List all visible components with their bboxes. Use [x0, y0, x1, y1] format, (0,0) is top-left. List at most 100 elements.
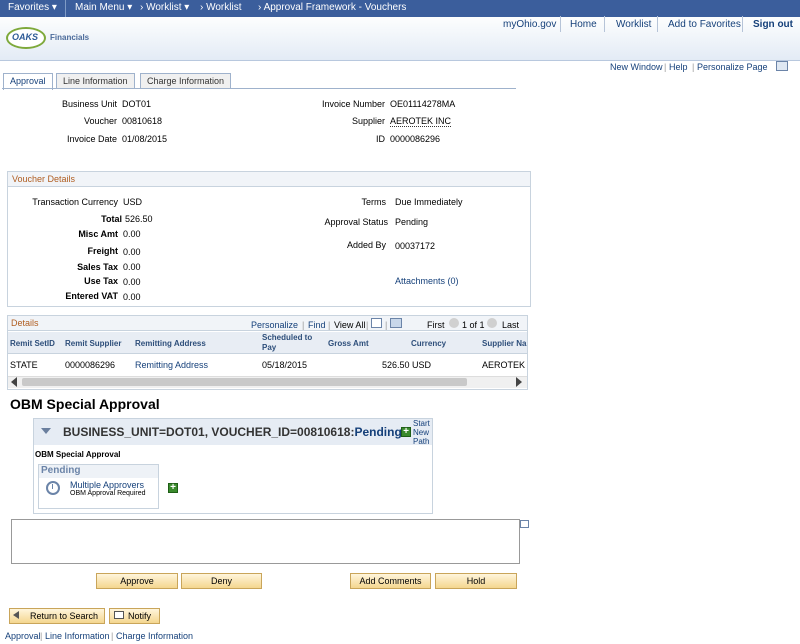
approval-path-id: BUSINESS_UNIT=DOT01, VOUCHER_ID=00810618…	[63, 425, 355, 439]
grid-divider: |	[385, 320, 388, 330]
use-tax-value: 0.00	[123, 277, 141, 287]
new-window-link[interactable]: New Window	[610, 62, 663, 72]
footer-link-approval[interactable]: Approval	[5, 631, 41, 641]
col-scheduled-to-pay[interactable]: Scheduled to Pay	[262, 333, 322, 353]
comments-textarea[interactable]	[11, 519, 520, 564]
col-supplier-name[interactable]: Supplier Name	[482, 339, 527, 348]
footer-link-line-information[interactable]: Line Information	[45, 631, 110, 641]
scroll-left-arrow-icon[interactable]	[11, 377, 17, 387]
misc-amt-value: 0.00	[123, 229, 141, 239]
cell-scheduled-to-pay: 05/18/2015	[262, 360, 308, 370]
freight-label: Freight	[87, 246, 119, 256]
clock-icon	[46, 481, 60, 495]
added-by-value: 00037172	[395, 241, 436, 251]
approval-path-status: Pending	[354, 425, 402, 439]
hold-button[interactable]: Hold	[435, 573, 517, 589]
tab-charge-information[interactable]: Charge Information	[140, 73, 232, 89]
freight-value: 0.00	[123, 247, 141, 257]
grid-column-headers: Remit SetID Remit Supplier Remitting Add…	[8, 332, 527, 354]
nav-divider	[65, 0, 66, 17]
invoice-number-label: Invoice Number	[321, 99, 385, 109]
entered-vat-label: Entered VAT	[65, 291, 118, 301]
return-to-search-button[interactable]: Return to Search	[9, 608, 105, 624]
home-link[interactable]: Home	[570, 19, 597, 30]
grid-zoom-icon[interactable]	[371, 318, 382, 328]
col-remit-setid[interactable]: Remit SetID	[10, 339, 55, 348]
grid-last-link[interactable]: Last	[502, 320, 519, 330]
next-arrow-icon[interactable]	[487, 318, 497, 328]
col-gross-amt[interactable]: Gross Amt	[328, 339, 369, 348]
tab-underline	[2, 88, 516, 89]
misc-amt-label: Misc Amt	[78, 229, 118, 239]
terms-value: Due Immediately	[395, 197, 463, 207]
start-new-path-plus-icon[interactable]: +	[401, 427, 411, 437]
breadcrumb-worklist-2[interactable]: › Worklist	[200, 2, 241, 13]
grid-download-icon[interactable]	[390, 318, 402, 328]
top-nav-bar: Favorites ▾ Main Menu ▾ › Worklist ▾ › W…	[0, 0, 800, 17]
grid-divider: |	[366, 320, 369, 330]
invoice-date-value: 01/08/2015	[122, 134, 168, 144]
cell-gross-amt: 526.50	[382, 360, 410, 370]
personalize-page-link[interactable]: Personalize Page	[697, 62, 768, 72]
voucher-value: 00810618	[122, 116, 163, 126]
added-by-label: Added By	[346, 240, 386, 250]
breadcrumb-worklist-1[interactable]: › Worklist ▾	[140, 2, 189, 13]
expand-comments-icon[interactable]	[520, 520, 529, 528]
approve-button[interactable]: Approve	[96, 573, 178, 589]
help-link[interactable]: Help	[669, 62, 688, 72]
cell-remit-setid: STATE	[10, 360, 38, 370]
worklist-link[interactable]: Worklist	[616, 19, 651, 30]
grid-first-link[interactable]: First	[427, 320, 445, 330]
scrollbar-thumb[interactable]	[22, 378, 467, 386]
invoice-date-label: Invoice Date	[66, 134, 117, 144]
total-value: 526.50	[125, 214, 153, 224]
collapse-arrow-icon[interactable]	[41, 428, 51, 434]
voucher-details-title: Voucher Details	[8, 172, 530, 187]
add-approver-plus-icon[interactable]: +	[168, 483, 178, 493]
breadcrumb-approval-framework[interactable]: › Approval Framework - Vouchers	[258, 2, 406, 13]
start-new-path-line-1: Start	[413, 419, 430, 428]
transaction-currency-value: USD	[123, 197, 143, 207]
cell-remit-supplier: 0000086296	[65, 360, 116, 370]
transaction-currency-label: Transaction Currency	[32, 197, 118, 207]
table-row: STATE 0000086296 Remitting Address 05/18…	[8, 355, 527, 375]
header-divider	[560, 16, 561, 32]
footer-link-charge-information[interactable]: Charge Information	[116, 631, 193, 641]
main-menu[interactable]: Main Menu ▾	[75, 2, 132, 13]
favorites-menu[interactable]: Favorites ▾	[8, 2, 57, 13]
footer-divider: |	[40, 631, 43, 641]
cell-remitting-address-link[interactable]: Remitting Address	[135, 360, 208, 370]
multiple-approvers-link[interactable]: Multiple Approvers	[70, 480, 144, 490]
header-divider	[742, 16, 743, 32]
deny-button[interactable]: Deny	[181, 573, 262, 589]
attachments-link[interactable]: Attachments (0)	[395, 276, 459, 286]
footer-divider: |	[111, 631, 114, 641]
personalize-page-icon[interactable]	[776, 61, 788, 71]
start-new-path-link[interactable]: Start New Path	[413, 419, 430, 446]
grid-personalize-link[interactable]: Personalize	[251, 320, 298, 330]
sign-out-link[interactable]: Sign out	[753, 19, 793, 30]
previous-arrow-icon[interactable]	[449, 318, 459, 328]
id-label: ID	[376, 134, 385, 144]
logo-subtitle: Financials	[50, 33, 90, 42]
col-remitting-address[interactable]: Remitting Address	[135, 339, 206, 348]
myohio-link[interactable]: myOhio.gov	[503, 19, 556, 30]
tab-line-information[interactable]: Line Information	[56, 73, 135, 89]
grid-view-all-link[interactable]: View All	[334, 320, 365, 330]
header-divider	[657, 16, 658, 32]
col-remit-supplier[interactable]: Remit Supplier	[65, 339, 121, 348]
sales-tax-label: Sales Tax	[77, 262, 118, 272]
details-title: Details	[11, 318, 39, 328]
grid-divider: |	[328, 320, 331, 330]
grid-find-link[interactable]: Find	[308, 320, 326, 330]
add-to-favorites-link[interactable]: Add to Favorites	[668, 19, 741, 30]
grid-divider: |	[302, 320, 305, 330]
voucher-label: Voucher	[83, 116, 117, 126]
obm-section-title: OBM Special Approval	[10, 396, 160, 412]
supplier-value[interactable]: AEROTEK INC	[390, 116, 452, 127]
add-comments-button[interactable]: Add Comments	[350, 573, 431, 589]
scroll-right-arrow-icon[interactable]	[516, 377, 522, 387]
oaks-logo: OAKS	[6, 27, 46, 49]
col-currency[interactable]: Currency	[411, 339, 446, 348]
approval-stage-title: OBM Special Approval	[35, 450, 121, 459]
